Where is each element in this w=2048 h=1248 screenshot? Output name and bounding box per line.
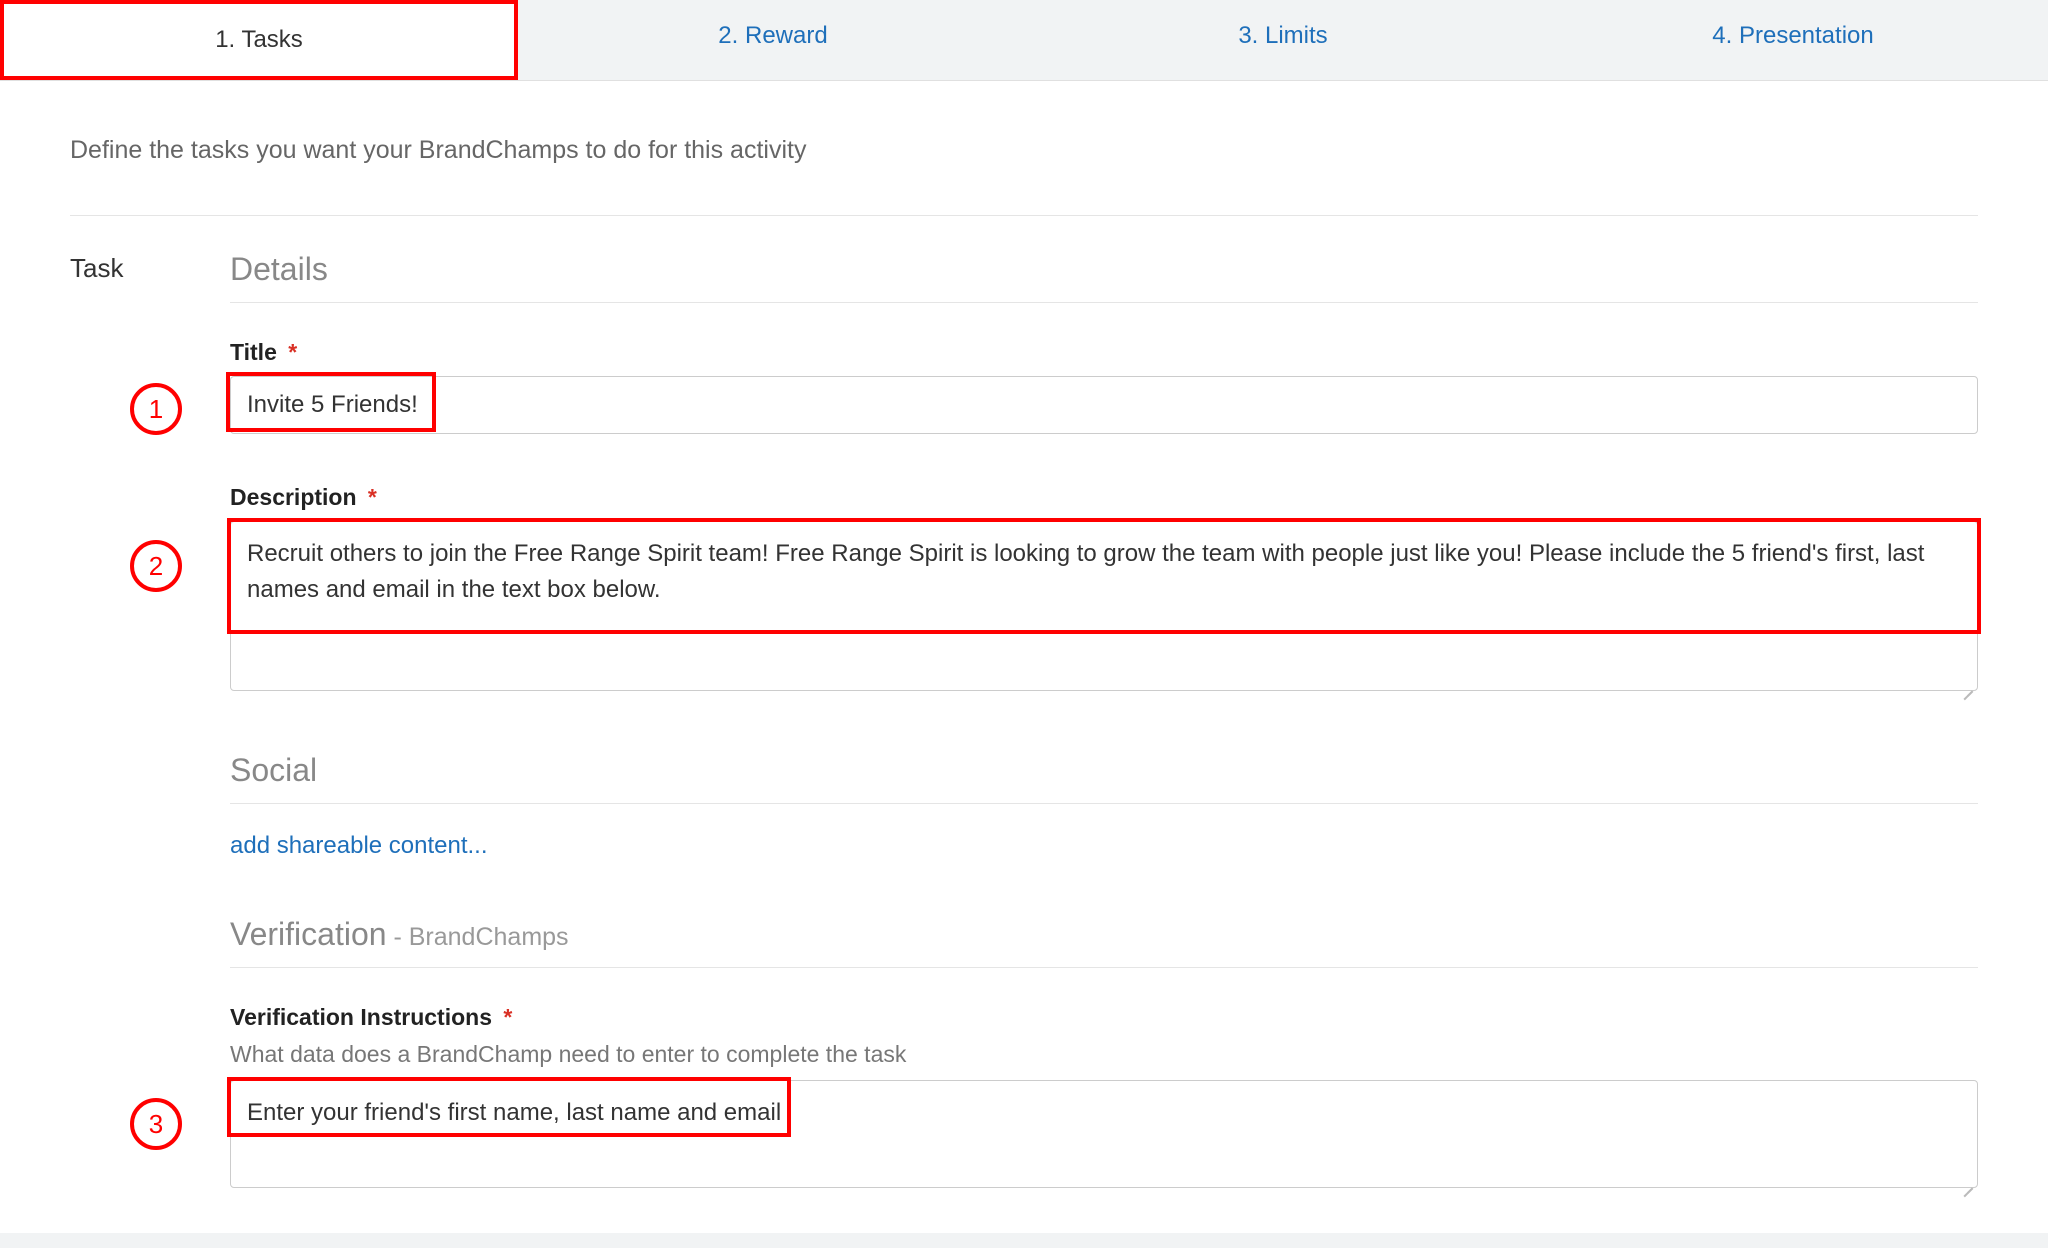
verification-instructions-help: What data does a BrandChamp need to ente… xyxy=(230,1041,1978,1068)
verification-instructions-block: 3 Verification Instructions * What data … xyxy=(230,1004,1978,1193)
details-heading: Details xyxy=(230,251,1978,303)
title-field-block: 1 Title * xyxy=(230,339,1978,434)
task-row: Task Details 1 Title * 2 Description xyxy=(70,251,1978,1203)
verification-heading: Verification - BrandChamps xyxy=(230,916,1978,968)
annotation-marker-1: 1 xyxy=(130,383,182,435)
annotation-marker-3: 3 xyxy=(130,1098,182,1150)
title-label: Title * xyxy=(230,339,1978,366)
verification-heading-text: Verification xyxy=(230,916,387,952)
tab-reward[interactable]: 2. Reward xyxy=(518,0,1028,80)
description-label: Description * xyxy=(230,484,1978,511)
verification-sub: - BrandChamps xyxy=(387,923,569,951)
annotation-marker-2: 2 xyxy=(130,540,182,592)
title-input[interactable] xyxy=(230,376,1978,434)
verification-instructions-label-text: Verification Instructions xyxy=(230,1004,492,1030)
social-heading: Social xyxy=(230,752,1978,804)
verification-instructions-textarea[interactable] xyxy=(230,1080,1978,1188)
tab-limits[interactable]: 3. Limits xyxy=(1028,0,1538,80)
verification-instructions-label: Verification Instructions * xyxy=(230,1004,1978,1031)
title-label-text: Title xyxy=(230,339,277,365)
tab-presentation[interactable]: 4. Presentation xyxy=(1538,0,2048,80)
content-area: Define the tasks you want your BrandCham… xyxy=(0,81,2048,1233)
required-asterisk: * xyxy=(368,484,377,510)
description-textarea[interactable] xyxy=(230,521,1978,691)
required-asterisk: * xyxy=(288,339,297,365)
task-label: Task xyxy=(70,251,140,1203)
description-label-text: Description xyxy=(230,484,357,510)
description-field-block: 2 Description * xyxy=(230,484,1978,696)
add-shareable-link[interactable]: add shareable content... xyxy=(230,832,488,860)
task-body: Details 1 Title * 2 Description * xyxy=(230,251,1978,1203)
wizard-tabs: 1. Tasks 2. Reward 3. Limits 4. Presenta… xyxy=(0,0,2048,81)
tab-tasks[interactable]: 1. Tasks xyxy=(0,0,518,80)
required-asterisk: * xyxy=(503,1004,512,1030)
intro-text: Define the tasks you want your BrandCham… xyxy=(70,136,1978,216)
